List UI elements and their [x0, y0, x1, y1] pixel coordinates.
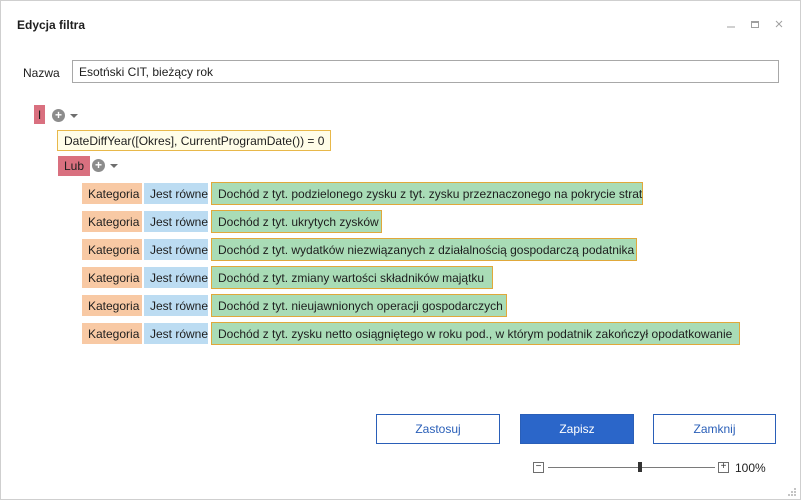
- condition-value[interactable]: Dochód z tyt. wydatków niezwiązanych z d…: [211, 238, 637, 261]
- add-circle-icon: +: [92, 159, 105, 172]
- zoom-slider-thumb[interactable]: [637, 462, 642, 472]
- zoom-slider-track[interactable]: [548, 467, 715, 468]
- close-icon[interactable]: [772, 17, 786, 31]
- name-label: Nazwa: [23, 66, 60, 80]
- condition-field[interactable]: Kategoria: [82, 323, 142, 344]
- window-controls: [724, 17, 786, 31]
- condition-value[interactable]: Dochód z tyt. ukrytych zysków: [211, 210, 382, 233]
- chevron-down-icon: [70, 113, 78, 118]
- zoom-control: − + 100%: [533, 461, 773, 476]
- zoom-out-button[interactable]: −: [533, 462, 544, 473]
- zoom-level-label: 100%: [735, 461, 766, 475]
- apply-button[interactable]: Zastosuj: [376, 414, 500, 444]
- group-operator[interactable]: Lub: [58, 156, 91, 176]
- condition-field[interactable]: Kategoria: [82, 295, 142, 316]
- condition-value[interactable]: Dochód z tyt. nieujawnionych operacji go…: [211, 294, 507, 317]
- save-button[interactable]: Zapisz: [520, 414, 634, 444]
- resize-grip-icon[interactable]: [787, 486, 797, 496]
- condition-value[interactable]: Dochód z tyt. zysku netto osiągniętego w…: [211, 322, 740, 345]
- name-input[interactable]: [72, 60, 779, 83]
- condition-operator[interactable]: Jest równe: [144, 267, 208, 288]
- condition-field[interactable]: Kategoria: [82, 183, 142, 204]
- expression-condition[interactable]: DateDiffYear([Okres], CurrentProgramDate…: [57, 130, 332, 151]
- condition-value[interactable]: Dochód z tyt. podzielonego zysku z tyt. …: [211, 182, 643, 205]
- condition-field[interactable]: Kategoria: [82, 239, 142, 260]
- filter-edit-dialog: Edycja filtra Nazwa I + DateDiffYear([Ok…: [0, 0, 801, 500]
- close-button[interactable]: Zamknij: [653, 414, 776, 444]
- condition-operator[interactable]: Jest równe: [144, 239, 208, 260]
- dialog-title: Edycja filtra: [17, 18, 86, 32]
- maximize-icon[interactable]: [748, 17, 762, 31]
- condition-field[interactable]: Kategoria: [82, 211, 142, 232]
- condition-field[interactable]: Kategoria: [82, 267, 142, 288]
- condition-operator[interactable]: Jest równe: [144, 183, 208, 204]
- condition-operator[interactable]: Jest równe: [144, 323, 208, 344]
- group-add-condition-button[interactable]: +: [92, 159, 118, 172]
- chevron-down-icon: [110, 163, 118, 168]
- zoom-in-button[interactable]: +: [718, 462, 729, 473]
- condition-value[interactable]: Dochód z tyt. zmiany wartości składników…: [211, 266, 493, 289]
- root-operator[interactable]: I: [34, 105, 45, 124]
- condition-operator[interactable]: Jest równe: [144, 211, 208, 232]
- root-add-condition-button[interactable]: +: [52, 109, 78, 122]
- add-circle-icon: +: [52, 109, 65, 122]
- minimize-icon[interactable]: [724, 17, 738, 31]
- condition-operator[interactable]: Jest równe: [144, 295, 208, 316]
